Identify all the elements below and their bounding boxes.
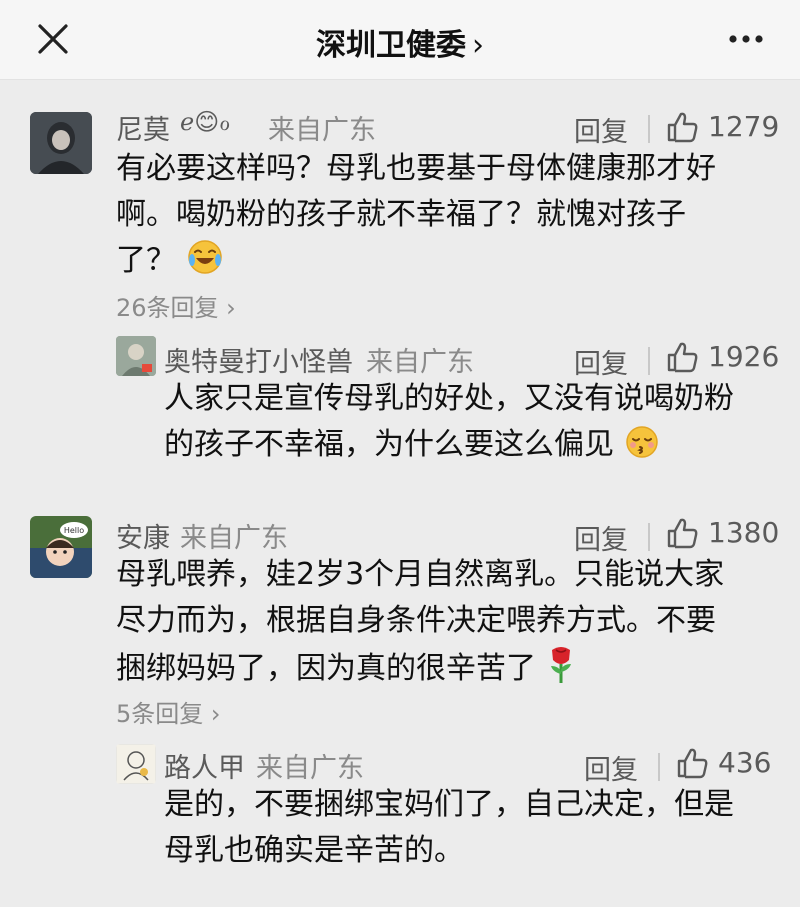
divider bbox=[648, 523, 650, 551]
location-label: 来自广东 bbox=[180, 523, 288, 554]
location-label: 来自广东 bbox=[366, 347, 474, 378]
thumbs-up-icon bbox=[667, 112, 698, 143]
reply-line: 母乳也确实是辛苦的。 bbox=[164, 833, 464, 868]
comment-line-wrap: 捆绑妈妈了，因为真的很辛苦了 bbox=[116, 644, 724, 692]
comment-line: 捆绑妈妈了，因为真的很辛苦了 bbox=[116, 651, 536, 686]
divider bbox=[648, 347, 650, 375]
comment-line: 尽力而为，根据自身条件决定喂养方式。不要 bbox=[116, 603, 716, 638]
avatar[interactable]: Hello bbox=[30, 516, 92, 578]
thumbs-up-icon bbox=[677, 748, 708, 779]
page-title-text: 深圳卫健委 bbox=[316, 28, 466, 63]
comment-line: 有必要这样吗？母乳也要基于母体健康那才好 bbox=[116, 151, 716, 186]
more-replies-label: 5条回复 bbox=[116, 700, 204, 728]
reply-line-wrap: 的孩子不幸福，为什么要这么偏见 bbox=[164, 422, 734, 468]
reply-button[interactable]: 回复 bbox=[574, 110, 628, 149]
comment-line-wrap: 了？ bbox=[116, 238, 716, 284]
like-button[interactable]: 1380 bbox=[666, 516, 779, 552]
page-title[interactable]: 深圳卫健委 › bbox=[0, 20, 800, 64]
chevron-right-icon: › bbox=[203, 700, 221, 728]
top-bar: 深圳卫健委 › bbox=[0, 0, 800, 80]
more-dots-icon[interactable] bbox=[728, 32, 764, 46]
like-count: 1926 bbox=[708, 340, 780, 373]
comment-line: 母乳喂养，娃2岁3个月自然离乳。只能说大家 bbox=[116, 557, 725, 592]
like-count: 436 bbox=[718, 746, 772, 779]
kissing-face-emoji bbox=[625, 426, 658, 458]
divider bbox=[648, 115, 650, 143]
divider bbox=[658, 753, 660, 781]
comment-body: 母乳喂养，娃2岁3个月自然离乳。只能说大家 尽力而为，根据自身条件决定喂养方式。… bbox=[116, 552, 724, 692]
laughing-crying-emoji bbox=[187, 240, 222, 274]
chevron-right-icon: › bbox=[472, 28, 484, 63]
username[interactable]: 安康 bbox=[116, 516, 170, 555]
reply-body: 是的，不要捆绑宝妈们了，自己决定，但是 母乳也确实是辛苦的。 bbox=[164, 782, 734, 874]
comment-line: 啊。喝奶粉的孩子就不幸福了？就愧对孩子 bbox=[116, 197, 686, 232]
thumbs-up-icon bbox=[667, 518, 698, 549]
thumbs-up-icon bbox=[667, 342, 698, 373]
avatar[interactable] bbox=[116, 744, 156, 784]
location-label: 来自广东 bbox=[256, 753, 364, 784]
more-replies-link[interactable]: 26条回复 › bbox=[116, 288, 236, 323]
more-replies-link[interactable]: 5条回复 › bbox=[116, 694, 221, 729]
comment-body: 有必要这样吗？母乳也要基于母体健康那才好 啊。喝奶粉的孩子就不幸福了？就愧对孩子… bbox=[116, 146, 716, 284]
avatar[interactable] bbox=[30, 112, 92, 174]
like-count: 1380 bbox=[708, 516, 780, 549]
reply-line: 人家只是宣传母乳的好处，又没有说喝奶粉 bbox=[164, 381, 734, 416]
username[interactable]: 路人甲 bbox=[164, 746, 245, 785]
like-count: 1279 bbox=[708, 110, 780, 143]
reply-line: 是的，不要捆绑宝妈们了，自己决定，但是 bbox=[164, 787, 734, 822]
comment-line: 了？ bbox=[116, 243, 176, 278]
username[interactable]: 尼莫 bbox=[116, 108, 170, 147]
avatar-badge-text: Hello bbox=[64, 526, 84, 535]
username-suffix: ℯ😊ℴ bbox=[180, 108, 231, 136]
avatar[interactable] bbox=[116, 336, 156, 376]
like-button[interactable]: 436 bbox=[676, 746, 772, 782]
chevron-right-icon: › bbox=[218, 294, 236, 322]
like-button[interactable]: 1279 bbox=[666, 110, 779, 146]
location-label: 来自广东 bbox=[268, 115, 376, 146]
rose-emoji bbox=[550, 647, 571, 683]
like-button[interactable]: 1926 bbox=[666, 340, 779, 376]
reply-line: 的孩子不幸福，为什么要这么偏见 bbox=[164, 427, 614, 462]
more-replies-label: 26条回复 bbox=[116, 294, 219, 322]
reply-body: 人家只是宣传母乳的好处，又没有说喝奶粉 的孩子不幸福，为什么要这么偏见 bbox=[164, 376, 734, 468]
username[interactable]: 奥特曼打小怪兽 bbox=[164, 340, 353, 379]
